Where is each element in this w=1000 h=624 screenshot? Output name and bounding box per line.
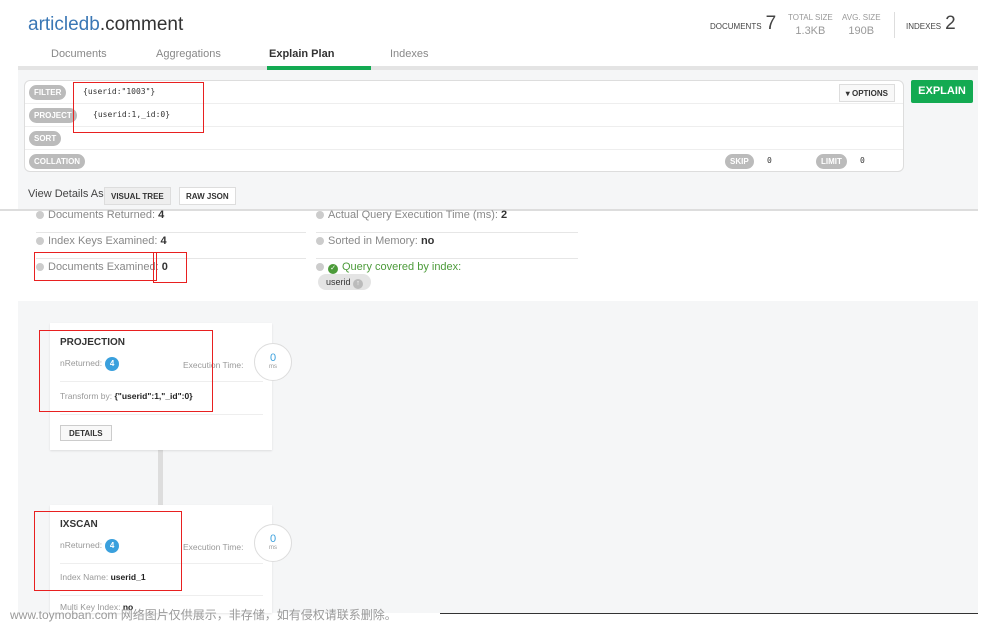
annotation-box [153, 252, 187, 283]
avg-size-stat: AVG. SIZE 190B [842, 13, 881, 37]
sort-label: SORT [29, 131, 62, 146]
info-icon [36, 237, 44, 246]
exec-time-label: Execution Time: [183, 542, 244, 552]
limit-label: LIMIT [816, 154, 847, 169]
collection-title: articledb.comment [28, 14, 184, 35]
details-button[interactable]: DETAILS [60, 425, 112, 441]
filter-label: FILTER [29, 85, 67, 100]
info-icon [316, 237, 324, 246]
annotation-box [73, 82, 204, 133]
annotation-box [34, 252, 157, 281]
exec-time-clock: 0 ms [254, 343, 292, 381]
indexes-stat: INDEXES 2 [906, 13, 956, 34]
docs-returned: Documents Returned: 4 [36, 207, 306, 233]
info-icon [316, 263, 324, 272]
info-icon [36, 211, 44, 220]
divider [60, 595, 263, 596]
stat-divider [894, 12, 895, 38]
collation-label: COLLATION [29, 154, 86, 169]
tab-documents[interactable]: Documents [51, 48, 107, 60]
check-icon: ✓ [328, 264, 338, 274]
watermark-text: www.toymoban.com 网络图片仅供展示，非存储，如有侵权请联系删除。 [10, 608, 397, 622]
project-label: PROJECT [29, 108, 77, 123]
skip-input[interactable]: 0 [767, 156, 772, 165]
divider [60, 414, 263, 415]
stage-connector [158, 450, 163, 505]
exec-time: Actual Query Execution Time (ms): 2 [316, 207, 578, 233]
tab-explain-plan[interactable]: Explain Plan [269, 48, 334, 60]
view-details-label: View Details As [28, 188, 104, 200]
options-button[interactable]: ▾ OPTIONS [838, 84, 895, 102]
tab-indexes[interactable]: Indexes [390, 48, 429, 60]
explain-button[interactable]: EXPLAIN [911, 80, 973, 103]
index-field-pill: userid ↑ [318, 274, 372, 290]
info-icon [316, 211, 324, 220]
arrow-up-icon: ↑ [353, 279, 364, 289]
skip-label: SKIP [725, 154, 754, 169]
raw-json-button[interactable]: RAW JSON [179, 187, 236, 205]
annotation-box [39, 330, 213, 412]
bottom-rule [440, 613, 978, 614]
documents-stat: DOCUMENTS 7 [710, 13, 777, 34]
exec-time-clock: 0 ms [254, 524, 292, 562]
collation-row[interactable]: COLLATION SKIP 0 LIMIT 0 [25, 150, 903, 173]
sorted-in-memory: Sorted in Memory: no [316, 233, 578, 259]
limit-input[interactable]: 0 [860, 156, 865, 165]
tab-bar: Documents Aggregations Explain Plan Inde… [18, 44, 978, 70]
visual-tree-button[interactable]: VISUAL TREE [104, 187, 171, 205]
total-size-stat: TOTAL SIZE 1.3KB [788, 13, 833, 37]
annotation-box [34, 511, 182, 591]
tab-aggregations[interactable]: Aggregations [156, 48, 221, 60]
